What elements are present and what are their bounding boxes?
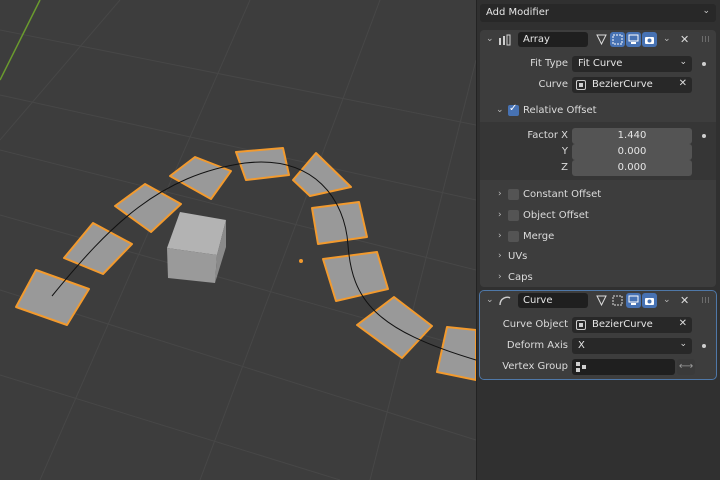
curve-object-field[interactable]: BezierCurve ✕ (572, 317, 692, 333)
deform-axis-label: Deform Axis (506, 340, 568, 351)
factor-y-input[interactable]: 0.000 (572, 144, 692, 160)
cage-toggle-icon[interactable] (610, 293, 625, 308)
close-icon[interactable]: ✕ (680, 294, 689, 307)
object-origin (299, 259, 303, 263)
vertex-group-field[interactable] (572, 359, 675, 375)
factor-x-input[interactable]: 1.440 (572, 128, 692, 144)
edit-mode-toggle-icon[interactable] (594, 32, 609, 47)
chevron-down-icon: ⌄ (679, 57, 687, 67)
default-cube[interactable] (167, 212, 226, 283)
curve-object-value: BezierCurve (592, 319, 653, 330)
factor-z-row: Z 0.000 (480, 159, 716, 177)
cage-toggle-icon[interactable] (610, 32, 625, 47)
curve-label: Curve (538, 79, 568, 90)
deform-axis-dropdown[interactable]: X ⌄ (572, 338, 692, 354)
curve-object-row: Curve Object BezierCurve ✕ (480, 316, 716, 334)
floor-grid (0, 0, 476, 480)
render-camera-icon[interactable] (642, 32, 657, 47)
chevron-right-icon: › (498, 231, 502, 241)
drag-handle-icon[interactable] (702, 297, 710, 303)
curve-object-label: Curve Object (502, 319, 568, 330)
properties-panel: Add Modifier ⌄ ⌄ Array ⌄ ✕ Fit Type Fit … (476, 0, 720, 480)
y-axis-line (0, 0, 41, 81)
edit-mode-toggle-icon[interactable] (594, 293, 609, 308)
array-instances[interactable] (15, 147, 476, 381)
factor-x-label: Factor X (527, 130, 568, 141)
vertex-group-icon (576, 362, 586, 375)
chevron-down-icon: ⌄ (702, 6, 710, 16)
keyframe-dot-icon[interactable] (702, 344, 706, 348)
add-modifier-label: Add Modifier (486, 7, 549, 18)
fit-type-label: Fit Type (530, 58, 568, 69)
clear-icon[interactable]: ✕ (679, 318, 687, 329)
curve-row: Curve BezierCurve ✕ (480, 76, 716, 94)
render-camera-icon[interactable] (642, 293, 657, 308)
array-modifier-icon (498, 34, 512, 49)
object-offset-checkbox[interactable] (508, 210, 519, 221)
curve-modifier-header: ⌄ Curve ⌄ ✕ (480, 291, 716, 311)
keyframe-dot-icon[interactable] (702, 62, 706, 66)
viewport-canvas[interactable] (0, 0, 476, 480)
caps-subpanel[interactable]: › Caps (480, 269, 716, 287)
object-offset-subpanel[interactable]: › Object Offset (480, 207, 716, 225)
factor-y-label: Y (561, 146, 568, 157)
clear-icon[interactable]: ✕ (679, 78, 687, 89)
extras-chevron-icon[interactable]: ⌄ (663, 34, 671, 44)
relative-offset-subpanel-header[interactable]: ⌄ Relative Offset (480, 102, 716, 120)
curve-value: BezierCurve (592, 79, 653, 90)
chevron-right-icon: › (498, 272, 502, 282)
array-modifier-panel: ⌄ Array ⌄ ✕ Fit Type Fit Curve ⌄ Curve B… (480, 30, 716, 287)
drag-handle-icon[interactable] (702, 36, 710, 42)
merge-checkbox[interactable] (508, 231, 519, 242)
collapse-chevron-icon[interactable]: ⌄ (486, 34, 494, 44)
curve-object-field[interactable]: BezierCurve ✕ (572, 77, 692, 93)
constant-offset-checkbox[interactable] (508, 189, 519, 200)
deform-axis-row: Deform Axis X ⌄ (480, 337, 716, 355)
extras-chevron-icon[interactable]: ⌄ (663, 295, 671, 305)
chevron-down-icon: ⌄ (679, 339, 687, 349)
curve-modifier-icon (498, 295, 512, 310)
chevron-right-icon: › (498, 251, 502, 261)
relative-offset-checkbox[interactable] (508, 103, 519, 116)
modifier-name-field[interactable]: Curve (518, 293, 588, 308)
collapse-chevron-icon[interactable]: ⌄ (486, 295, 494, 305)
fit-type-value: Fit Curve (578, 58, 623, 69)
curve-object-icon (576, 80, 586, 90)
invert-arrows-icon[interactable]: ⟷ (677, 359, 695, 375)
chevron-down-icon: ⌄ (496, 105, 504, 115)
keyframe-dot-icon[interactable] (702, 134, 706, 138)
curve-modifier-panel: ⌄ Curve ⌄ ✕ Curve Object BezierCurve ✕ D… (479, 290, 717, 380)
fit-type-row: Fit Type Fit Curve ⌄ (480, 55, 716, 73)
close-icon[interactable]: ✕ (680, 33, 689, 46)
factor-z-label: Z (561, 162, 568, 173)
constant-offset-subpanel[interactable]: › Constant Offset (480, 186, 716, 204)
chevron-right-icon: › (498, 189, 502, 199)
viewport-display-icon[interactable] (626, 32, 641, 47)
array-modifier-header: ⌄ Array ⌄ ✕ (480, 30, 716, 50)
modifier-name-field[interactable]: Array (518, 32, 588, 47)
curve-object-icon (576, 320, 586, 330)
merge-subpanel[interactable]: › Merge (480, 228, 716, 246)
fit-type-dropdown[interactable]: Fit Curve ⌄ (572, 56, 692, 72)
vertex-group-label: Vertex Group (502, 361, 568, 372)
add-modifier-dropdown[interactable]: Add Modifier ⌄ (480, 4, 716, 22)
uvs-subpanel[interactable]: › UVs (480, 248, 716, 266)
viewport-display-icon[interactable] (626, 293, 641, 308)
factor-z-input[interactable]: 0.000 (572, 160, 692, 176)
vertex-group-row: Vertex Group ⟷ (480, 358, 716, 376)
relative-offset-label: Relative Offset (523, 105, 597, 116)
deform-axis-value: X (578, 340, 585, 351)
chevron-right-icon: › (498, 210, 502, 220)
3d-viewport[interactable] (0, 0, 476, 480)
